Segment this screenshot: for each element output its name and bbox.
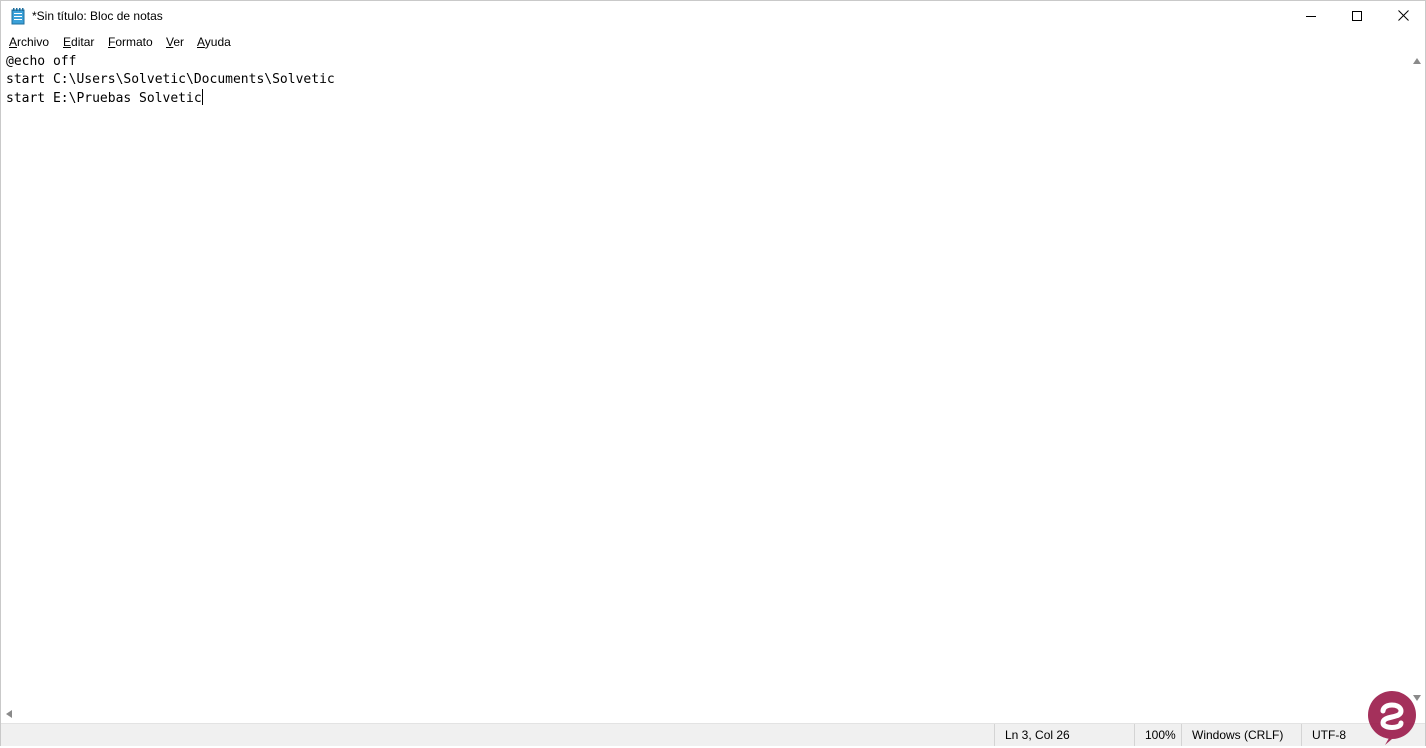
status-bar: Ln 3, Col 26 100% Windows (CRLF) UTF-8 bbox=[1, 723, 1425, 746]
maximize-button[interactable] bbox=[1334, 1, 1380, 32]
editor-content[interactable]: @echo off start C:\Users\Solvetic\Docume… bbox=[6, 53, 335, 108]
notepad-icon bbox=[11, 8, 25, 25]
vertical-scrollbar[interactable] bbox=[1408, 52, 1425, 706]
menu-formato[interactable]: Formato bbox=[108, 35, 153, 49]
text-editor[interactable]: @echo off start C:\Users\Solvetic\Docume… bbox=[1, 52, 1408, 721]
editor-line: start E:\Pruebas Solvetic bbox=[6, 91, 202, 106]
close-button[interactable] bbox=[1380, 1, 1426, 32]
cursor-position: Ln 3, Col 26 bbox=[994, 724, 1070, 746]
scroll-up-icon[interactable] bbox=[1413, 58, 1421, 64]
menu-editar[interactable]: Editar bbox=[63, 35, 94, 49]
menu-bar: Archivo Editar Formato Ver Ayuda bbox=[1, 32, 1425, 52]
zoom-level: 100% bbox=[1134, 724, 1176, 746]
menu-archivo[interactable]: Archivo bbox=[9, 35, 49, 49]
close-icon bbox=[1397, 9, 1409, 24]
scroll-left-icon[interactable] bbox=[6, 710, 12, 718]
minimize-button[interactable] bbox=[1288, 1, 1334, 32]
text-caret bbox=[201, 89, 203, 105]
minimize-icon bbox=[1306, 10, 1316, 24]
watermark-logo bbox=[1363, 689, 1421, 745]
menu-ver[interactable]: Ver bbox=[166, 35, 184, 49]
notepad-window: *Sin título: Bloc de notas Archivo Edita… bbox=[0, 0, 1426, 746]
menu-ayuda[interactable]: Ayuda bbox=[197, 35, 231, 49]
encoding: UTF-8 bbox=[1301, 724, 1346, 746]
window-title: *Sin título: Bloc de notas bbox=[32, 9, 163, 23]
line-ending: Windows (CRLF) bbox=[1181, 724, 1283, 746]
editor-line: @echo off bbox=[6, 54, 77, 69]
horizontal-scrollbar[interactable] bbox=[1, 706, 1408, 723]
editor-line: start C:\Users\Solvetic\Documents\Solvet… bbox=[6, 72, 335, 87]
maximize-icon bbox=[1352, 10, 1362, 24]
title-bar[interactable]: *Sin título: Bloc de notas bbox=[1, 1, 1425, 32]
